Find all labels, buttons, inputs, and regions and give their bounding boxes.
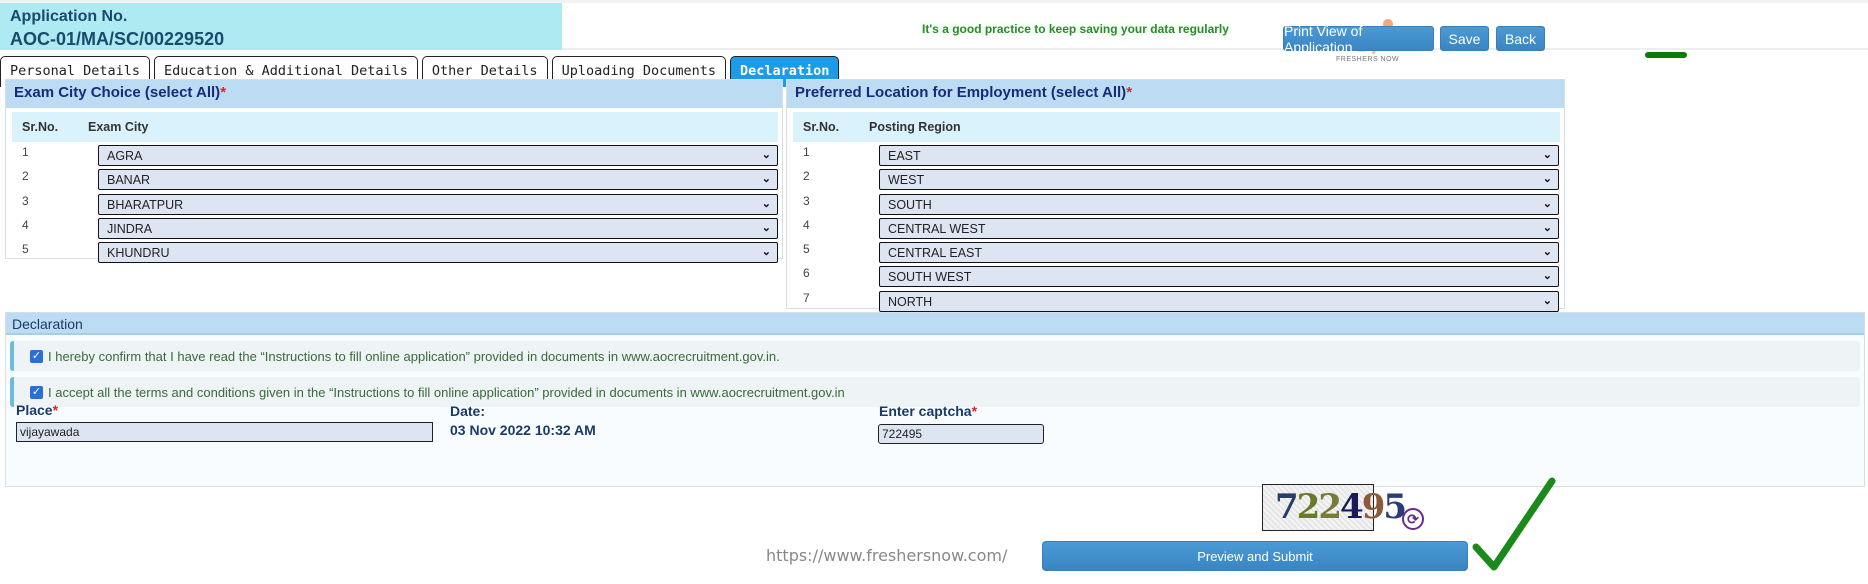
exam-city-panel: Exam City Choice (select All)* Sr.No. Ex… bbox=[5, 79, 783, 264]
table-row: 2 WEST ⌄ bbox=[787, 166, 1564, 191]
selected-value: CENTRAL WEST bbox=[888, 221, 986, 236]
row-number: 5 bbox=[803, 242, 810, 257]
col-srno: Sr.No. bbox=[803, 120, 840, 134]
table-row: 7 NORTH ⌄ bbox=[787, 288, 1564, 312]
table-row: 5 CENTRAL EAST ⌄ bbox=[787, 239, 1564, 264]
selected-value: CENTRAL EAST bbox=[888, 246, 983, 261]
exam-city-select[interactable]: BHARATPUR ⌄ bbox=[98, 193, 778, 215]
posting-region-select[interactable]: WEST ⌄ bbox=[879, 169, 1559, 191]
row-number: 6 bbox=[803, 266, 810, 281]
col-posting-region: Posting Region bbox=[869, 120, 961, 134]
table-row: 5 KHUNDRU ⌄ bbox=[6, 239, 782, 264]
declaration-statement: ✓ I hereby confirm that I have read the … bbox=[10, 341, 1860, 371]
table-row: 4 CENTRAL WEST ⌄ bbox=[787, 215, 1564, 239]
chevron-down-icon: ⌄ bbox=[1542, 246, 1552, 259]
selected-value: WEST bbox=[888, 173, 925, 188]
chevron-down-icon: ⌄ bbox=[1542, 294, 1552, 307]
chevron-down-icon: ⌄ bbox=[1542, 197, 1552, 210]
posting-region-select[interactable]: CENTRAL EAST ⌄ bbox=[879, 242, 1559, 264]
posting-region-select[interactable]: CENTRAL WEST ⌄ bbox=[879, 217, 1559, 239]
selected-value: BHARATPUR bbox=[107, 197, 184, 212]
col-exam-city: Exam City bbox=[88, 120, 149, 134]
row-number: 2 bbox=[803, 169, 810, 184]
declaration-title: Declaration bbox=[6, 313, 1864, 335]
chevron-down-icon: ⌄ bbox=[761, 173, 771, 186]
selected-value: BANAR bbox=[107, 173, 151, 188]
location-panel: Preferred Location for Employment (selec… bbox=[786, 79, 1565, 312]
selected-value: EAST bbox=[888, 149, 921, 163]
exam-city-select[interactable]: JINDRA ⌄ bbox=[98, 217, 778, 239]
date-label: Date: bbox=[450, 403, 486, 419]
chevron-down-icon: ⌄ bbox=[761, 246, 771, 259]
table-row: 6 SOUTH WEST ⌄ bbox=[787, 263, 1564, 288]
selected-value: JINDRA bbox=[107, 221, 153, 236]
exam-city-select[interactable]: KHUNDRU ⌄ bbox=[98, 242, 778, 264]
selected-value: AGRA bbox=[107, 149, 143, 163]
exam-city-table-header: Sr.No. Exam City bbox=[12, 112, 778, 142]
selected-value: NORTH bbox=[888, 294, 933, 309]
table-row: 1 AGRA ⌄ bbox=[6, 142, 782, 166]
table-row: 1 EAST ⌄ bbox=[787, 142, 1564, 166]
exam-city-title: Exam City Choice (select All)* bbox=[6, 80, 782, 108]
chevron-down-icon: ⌄ bbox=[1542, 173, 1552, 186]
save-highlight-underline bbox=[1645, 52, 1687, 58]
date-value: 03 Nov 2022 10:32 AM bbox=[450, 422, 596, 438]
save-tip: It's a good practice to keep saving your… bbox=[920, 22, 1231, 36]
row-number: 2 bbox=[22, 169, 29, 184]
application-number-label: Application No. bbox=[10, 8, 128, 25]
captcha-input[interactable]: 722495 bbox=[878, 424, 1044, 444]
row-number: 3 bbox=[803, 193, 810, 208]
row-number: 1 bbox=[803, 145, 810, 159]
exam-city-select[interactable]: AGRA ⌄ bbox=[98, 145, 778, 166]
required-asterisk: * bbox=[1126, 84, 1133, 101]
table-row: 2 BANAR ⌄ bbox=[6, 166, 782, 191]
save-button[interactable]: Save bbox=[1440, 26, 1489, 51]
chevron-down-icon: ⌄ bbox=[1542, 221, 1552, 234]
declaration-panel: Declaration ✓ I hereby confirm that I ha… bbox=[5, 312, 1865, 487]
preview-and-submit-button[interactable]: Preview and Submit bbox=[1042, 541, 1468, 571]
selected-value: SOUTH bbox=[888, 197, 932, 212]
declaration-text-1: I hereby confirm that I have read the “I… bbox=[48, 348, 780, 364]
place-label: Place* bbox=[16, 402, 59, 418]
chevron-down-icon: ⌄ bbox=[1542, 149, 1552, 161]
chevron-down-icon: ⌄ bbox=[761, 221, 771, 234]
posting-region-select[interactable]: SOUTH WEST ⌄ bbox=[879, 266, 1559, 288]
location-title: Preferred Location for Employment (selec… bbox=[787, 80, 1564, 108]
required-asterisk: * bbox=[220, 84, 227, 101]
row-number: 4 bbox=[22, 217, 29, 232]
location-table-header: Sr.No. Posting Region bbox=[793, 112, 1560, 142]
exam-city-select[interactable]: BANAR ⌄ bbox=[98, 169, 778, 191]
table-row: 3 BHARATPUR ⌄ bbox=[6, 191, 782, 215]
row-number: 7 bbox=[803, 290, 810, 305]
back-button[interactable]: Back bbox=[1496, 26, 1545, 51]
print-view-button[interactable]: Print View of Application bbox=[1283, 23, 1434, 55]
table-row: 4 JINDRA ⌄ bbox=[6, 215, 782, 239]
row-number: 5 bbox=[22, 242, 29, 257]
place-input[interactable]: vijayawada bbox=[16, 422, 433, 442]
green-checkmark-icon bbox=[1472, 477, 1556, 571]
posting-region-select[interactable]: EAST ⌄ bbox=[879, 145, 1559, 166]
declaration-checkbox-1[interactable]: ✓ bbox=[30, 349, 43, 363]
chevron-down-icon: ⌄ bbox=[1542, 270, 1552, 283]
posting-region-select[interactable]: SOUTH ⌄ bbox=[879, 193, 1559, 215]
row-number: 3 bbox=[22, 193, 29, 208]
selected-value: SOUTH WEST bbox=[888, 270, 972, 285]
captcha-label: Enter captcha* bbox=[879, 403, 978, 419]
table-row: 3 SOUTH ⌄ bbox=[787, 191, 1564, 215]
posting-region-select[interactable]: NORTH ⌄ bbox=[879, 290, 1559, 312]
chevron-down-icon: ⌄ bbox=[761, 149, 771, 161]
captcha-image: 722495 bbox=[1262, 484, 1407, 531]
declaration-text-2: I accept all the terms and conditions gi… bbox=[48, 384, 845, 400]
selected-value: KHUNDRU bbox=[107, 246, 170, 261]
chevron-down-icon: ⌄ bbox=[761, 197, 771, 210]
refresh-captcha-icon[interactable]: ⟳ bbox=[1402, 508, 1424, 530]
watermark: https://www.freshersnow.com/ bbox=[766, 546, 1008, 565]
col-srno: Sr.No. bbox=[22, 120, 59, 134]
application-number-value: AOC-01/MA/SC/00229520 bbox=[10, 29, 225, 49]
row-number: 1 bbox=[22, 145, 29, 159]
logo-text: FRESHERS NOW bbox=[1336, 56, 1400, 63]
application-number-box: Application No. AOC-01/MA/SC/00229520 bbox=[0, 3, 562, 50]
row-number: 4 bbox=[803, 217, 810, 232]
declaration-checkbox-2[interactable]: ✓ bbox=[30, 385, 43, 399]
